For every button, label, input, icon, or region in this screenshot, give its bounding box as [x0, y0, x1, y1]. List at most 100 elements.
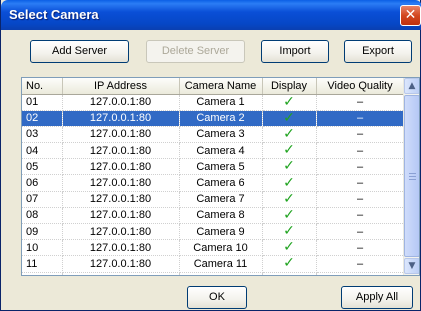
ok-button[interactable]: OK — [187, 286, 247, 309]
display-check-icon[interactable]: ✓ — [283, 256, 295, 271]
cell-display: ✓ — [262, 94, 317, 111]
column-header-ip-address[interactable]: IP Address — [62, 78, 180, 95]
table-row[interactable]: 08 127.0.0.1:80 Camera 8 ✓ – — [22, 207, 405, 225]
cell-number: 11 — [22, 255, 63, 273]
cell-camera-name: Camera 12 — [179, 272, 263, 275]
cell-ip-address: 127.0.0.1:80 — [62, 239, 180, 257]
cell-number: 06 — [22, 174, 63, 192]
table-row[interactable]: 10 127.0.0.1:80 Camera 10 ✓ – — [22, 239, 405, 257]
cell-camera-name: Camera 5 — [179, 158, 263, 176]
vertical-scrollbar[interactable]: ▲ ▼ — [403, 78, 419, 275]
cell-ip-address: 127.0.0.1:80 — [62, 272, 180, 275]
display-check-icon[interactable]: ✓ — [283, 126, 295, 141]
cell-camera-name: Camera 9 — [179, 223, 263, 241]
select-camera-dialog: Select Camera ✕ Add Server Delete Server… — [0, 0, 421, 311]
display-check-icon[interactable]: ✓ — [283, 175, 295, 190]
cell-number: 04 — [22, 142, 63, 160]
cell-ip-address: 127.0.0.1:80 — [62, 110, 180, 127]
cell-camera-name: Camera 11 — [179, 255, 263, 273]
cell-ip-address: 127.0.0.1:80 — [62, 142, 180, 160]
camera-list[interactable]: No. IP Address Camera Name Display Video… — [21, 77, 420, 276]
display-check-icon[interactable]: ✓ — [283, 191, 295, 206]
cell-ip-address: 127.0.0.1:80 — [62, 126, 180, 144]
table-row[interactable]: 06 127.0.0.1:80 Camera 6 ✓ – — [22, 174, 405, 192]
close-icon[interactable]: ✕ — [400, 5, 421, 26]
cell-display: ✓ — [262, 223, 317, 241]
table-row[interactable]: 09 127.0.0.1:80 Camera 9 ✓ – — [22, 223, 405, 241]
cell-display: ✓ — [262, 272, 317, 275]
cell-video-quality: – — [316, 110, 405, 127]
cell-video-quality: – — [316, 158, 405, 176]
cell-camera-name: Camera 8 — [179, 207, 263, 225]
cell-ip-address: 127.0.0.1:80 — [62, 174, 180, 192]
display-check-icon[interactable]: ✓ — [283, 110, 295, 125]
cell-number: 10 — [22, 239, 63, 257]
column-header-no[interactable]: No. — [22, 78, 63, 95]
column-header-video-quality[interactable]: Video Quality — [316, 78, 405, 95]
table-row[interactable]: 07 127.0.0.1:80 Camera 7 ✓ – — [22, 191, 405, 208]
thumb-grip — [409, 173, 416, 174]
table-row[interactable]: 03 127.0.0.1:80 Camera 3 ✓ – — [22, 126, 405, 144]
cell-camera-name: Camera 7 — [179, 191, 263, 208]
cell-number: 01 — [22, 94, 63, 111]
display-check-icon[interactable]: ✓ — [283, 240, 295, 255]
cell-ip-address: 127.0.0.1:80 — [62, 223, 180, 241]
apply-all-button[interactable]: Apply All — [341, 286, 413, 309]
cell-number: 05 — [22, 158, 63, 176]
cell-display: ✓ — [262, 239, 317, 257]
table-header-row: No. IP Address Camera Name Display Video… — [22, 78, 405, 95]
cell-camera-name: Camera 2 — [179, 110, 263, 127]
cell-number: 02 — [22, 110, 63, 127]
cell-video-quality: – — [316, 223, 405, 241]
cell-video-quality: – — [316, 207, 405, 225]
display-check-icon[interactable]: ✓ — [283, 94, 295, 109]
camera-table: No. IP Address Camera Name Display Video… — [22, 78, 405, 275]
display-check-icon[interactable]: ✓ — [283, 207, 295, 222]
column-header-display[interactable]: Display — [262, 78, 317, 95]
cell-camera-name: Camera 4 — [179, 142, 263, 160]
camera-rows: 01 127.0.0.1:80 Camera 1 ✓ –02 127.0.0.1:80 Ca… — [22, 94, 405, 275]
cell-camera-name: Camera 10 — [179, 239, 263, 257]
display-check-icon[interactable]: ✓ — [283, 272, 295, 275]
import-button[interactable]: Import — [261, 40, 329, 63]
cell-number: 12 — [22, 272, 63, 275]
cell-number: 08 — [22, 207, 63, 225]
table-row[interactable]: 11 127.0.0.1:80 Camera 11 ✓ – — [22, 255, 405, 273]
cell-display: ✓ — [262, 158, 317, 176]
cell-display: ✓ — [262, 126, 317, 144]
thumb-grip — [409, 176, 416, 177]
column-header-camera-name[interactable]: Camera Name — [179, 78, 263, 95]
table-row[interactable]: 05 127.0.0.1:80 Camera 5 ✓ – — [22, 158, 405, 176]
cell-ip-address: 127.0.0.1:80 — [62, 255, 180, 273]
title-bar[interactable]: Select Camera ✕ — [1, 0, 421, 30]
table-row[interactable]: 04 127.0.0.1:80 Camera 4 ✓ – — [22, 142, 405, 160]
scrollbar-thumb[interactable] — [404, 95, 419, 257]
scroll-down-icon[interactable]: ▼ — [404, 258, 419, 274]
cell-display: ✓ — [262, 174, 317, 192]
export-button[interactable]: Export — [344, 40, 412, 63]
table-row[interactable]: 02 127.0.0.1:80 Camera 2 ✓ – — [22, 110, 405, 127]
cell-display: ✓ — [262, 110, 317, 127]
display-check-icon[interactable]: ✓ — [283, 143, 295, 158]
cell-ip-address: 127.0.0.1:80 — [62, 207, 180, 225]
cell-ip-address: 127.0.0.1:80 — [62, 158, 180, 176]
cell-display: ✓ — [262, 207, 317, 225]
cell-display: ✓ — [262, 191, 317, 208]
cell-video-quality: – — [316, 191, 405, 208]
cell-video-quality: – — [316, 255, 405, 273]
cell-display: ✓ — [262, 255, 317, 273]
cell-video-quality: – — [316, 94, 405, 111]
delete-server-button[interactable]: Delete Server — [146, 40, 245, 63]
cell-camera-name: Camera 1 — [179, 94, 263, 111]
cell-video-quality — [316, 272, 405, 275]
cell-camera-name: Camera 6 — [179, 174, 263, 192]
table-row[interactable]: 01 127.0.0.1:80 Camera 1 ✓ – — [22, 94, 405, 111]
cell-video-quality: – — [316, 239, 405, 257]
table-row[interactable]: 12127.0.0.1:80Camera 12 ✓ — [22, 272, 405, 275]
add-server-button[interactable]: Add Server — [30, 40, 129, 63]
display-check-icon[interactable]: ✓ — [283, 159, 295, 174]
cell-number: 03 — [22, 126, 63, 144]
display-check-icon[interactable]: ✓ — [283, 224, 295, 239]
scroll-up-icon[interactable]: ▲ — [404, 78, 419, 94]
window-title: Select Camera — [9, 7, 99, 22]
